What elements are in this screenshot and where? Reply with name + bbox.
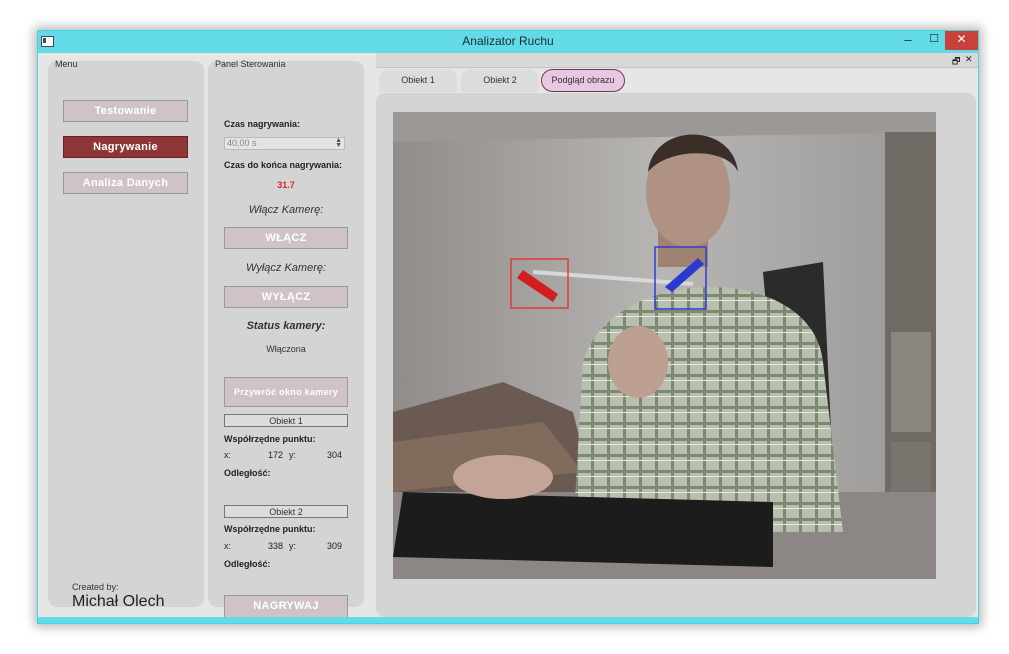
camera-off-label: Wyłącz Kamerę: — [245, 262, 327, 274]
close-icon[interactable]: ✕ — [965, 54, 973, 65]
menu-panel: Menu Testowanie Nagrywanie Analiza Danyc… — [48, 59, 204, 610]
rec-time-spinbox[interactable]: 40,00 s ▲ ▼ — [224, 137, 345, 150]
camera-on-button[interactable]: WŁĄCZ — [224, 227, 348, 249]
camera-status-label: Status kamery: — [246, 320, 326, 332]
restore-camera-button[interactable]: Przywróć okno kamery — [224, 377, 348, 407]
restore-icon[interactable]: 🗗 — [952, 54, 960, 70]
tab-obiekt-1[interactable]: Obiekt 1 — [379, 69, 457, 92]
menu-title: Menu — [55, 59, 78, 69]
object1-coords-label: Współrzędne punktu: — [224, 434, 316, 444]
minimize-button[interactable]: – — [896, 31, 920, 50]
menu-testowanie-button[interactable]: Testowanie — [63, 100, 188, 122]
object1-y-value: 304 — [326, 450, 342, 460]
object1-x-value: 172 — [267, 450, 283, 460]
control-panel: Panel Sterowania Czas nagrywania: 40,00 … — [208, 59, 364, 618]
camera-off-button[interactable]: WYŁĄCZ — [224, 286, 348, 308]
time-left-label: Czas do końca nagrywania: — [224, 160, 343, 170]
maximize-button[interactable]: ☐ — [922, 31, 946, 50]
object2-distance-label: Odległość: — [224, 559, 271, 569]
object1-distance-label: Odległość: — [224, 468, 271, 478]
object2-x-value: 338 — [267, 541, 283, 551]
author-name: Michał Olech — [72, 593, 165, 610]
rec-time-label: Czas nagrywania: — [224, 119, 301, 129]
object2-title: Obiekt 2 — [224, 505, 348, 518]
menu-analiza-button[interactable]: Analiza Danych — [63, 172, 188, 194]
record-button[interactable]: NAGRYWAJ — [224, 595, 348, 618]
control-title: Panel Sterowania — [215, 59, 286, 69]
window-bottom-border — [38, 617, 978, 623]
tab-bar-strip: 🗗 ✕ — [376, 53, 978, 68]
menu-nagrywanie-button[interactable]: Nagrywanie — [63, 136, 188, 158]
camera-on-label: Włącz Kamerę: — [248, 204, 324, 216]
window-title: Analizator Ruchu — [462, 34, 554, 48]
camera-status-value: Włączona — [266, 344, 306, 354]
time-left-value: 31.7 — [277, 180, 295, 190]
camera-frame-svg — [393, 112, 936, 579]
object2-y-value: 309 — [326, 541, 342, 551]
object2-coords-label: Współrzędne punktu: — [224, 524, 316, 534]
object1-x-label: x: — [224, 450, 232, 460]
object1-y-label: y: — [289, 450, 297, 460]
title-bar[interactable]: Analizator Ruchu – ☐ ✕ — [38, 31, 978, 53]
app-window: Analizator Ruchu – ☐ ✕ Menu Testowanie N… — [37, 30, 979, 624]
camera-preview-image — [393, 112, 936, 579]
tab-podglad-obrazu[interactable]: Podgląd obrazu — [541, 69, 625, 92]
rec-time-value: 40,00 s — [227, 138, 257, 148]
tab-obiekt-2[interactable]: Obiekt 2 — [461, 69, 539, 92]
object2-x-label: x: — [224, 541, 232, 551]
object1-title: Obiekt 1 — [224, 414, 348, 427]
created-by-label: Created by: — [72, 582, 119, 592]
object2-y-label: y: — [289, 541, 297, 551]
spin-arrows-icon[interactable]: ▲ ▼ — [335, 137, 342, 149]
close-button[interactable]: ✕ — [945, 31, 978, 50]
